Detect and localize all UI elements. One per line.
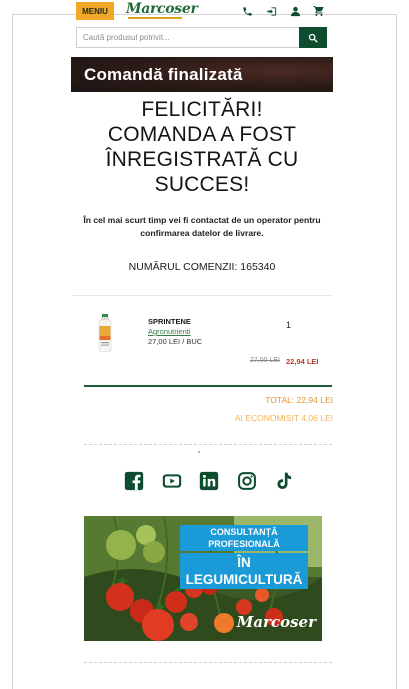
header-icons: [240, 4, 326, 18]
search-bar: [76, 27, 327, 48]
heading-line: COMANDA A FOST: [107, 123, 297, 146]
promo-banner[interactable]: CONSULTANȚĂ PROFESIONALĂ ÎN LEGUMICULTUR…: [84, 507, 322, 641]
separator-dot: [198, 451, 200, 453]
totals-divider: [84, 385, 332, 387]
confirmation-heading: FELICITĂRI! COMANDA A FOST ÎNREGISTRATĂ …: [71, 97, 333, 197]
header: MENIU Marcoser: [76, 0, 326, 26]
order-savings: AI ECONOMISIT 4,06 LEI: [234, 413, 333, 423]
search-input[interactable]: [77, 28, 301, 47]
order-complete-banner: Comandă finalizată: [71, 57, 333, 92]
banner-title: Comandă finalizată: [84, 64, 243, 84]
dotted-divider: [84, 662, 332, 663]
logo-text: Marcoser: [126, 1, 198, 17]
youtube-icon[interactable]: [162, 471, 182, 491]
order-total: TOTAL: 22,94 LEI: [265, 395, 333, 405]
promo-top-strip: [84, 507, 322, 516]
heading-line: FELICITĂRI!: [141, 98, 263, 121]
search-icon: [308, 33, 318, 42]
order-number: NUMĂRUL COMENZII: 165340: [128, 261, 276, 273]
product-new-price: 22,94 LEI: [286, 357, 319, 366]
product-quantity: 1: [286, 320, 292, 330]
login-icon[interactable]: [264, 4, 278, 18]
contact-notice: În cel mai scurt timp vei fi contactat d…: [83, 215, 321, 238]
promo-brand-logo: Marcoser: [236, 613, 316, 631]
promo-title-line1: CONSULTANȚĂ PROFESIONALĂ: [180, 525, 308, 551]
user-icon[interactable]: [288, 4, 302, 18]
facebook-icon[interactable]: [124, 471, 144, 491]
product-image[interactable]: [97, 314, 113, 353]
heading-line: ÎNREGISTRATĂ CU: [105, 148, 299, 171]
product-old-price: 27,00 LEI: [250, 357, 280, 364]
instagram-icon[interactable]: [237, 471, 257, 491]
search-button[interactable]: [299, 27, 327, 48]
divider: [72, 295, 332, 296]
dotted-divider: [84, 444, 332, 445]
product-category-link[interactable]: Agronutrienti: [148, 327, 191, 336]
logo-underline: [128, 17, 182, 19]
promo-title: CONSULTANȚĂ PROFESIONALĂ ÎN LEGUMICULTUR…: [174, 522, 314, 592]
cart-icon[interactable]: [312, 4, 326, 18]
linkedin-icon[interactable]: [199, 471, 219, 491]
social-links: [124, 470, 294, 492]
heading-line: SUCCES!: [154, 173, 250, 196]
product-name[interactable]: SPRINTENE: [148, 317, 191, 326]
logo[interactable]: Marcoser: [126, 0, 198, 24]
menu-button[interactable]: MENIU: [76, 2, 114, 20]
phone-icon[interactable]: [240, 4, 254, 18]
tiktok-icon[interactable]: [274, 471, 294, 491]
product-unit-price: 27,00 LEI / BUC: [148, 337, 203, 346]
promo-title-line2: ÎN LEGUMICULTURĂ: [180, 553, 308, 589]
